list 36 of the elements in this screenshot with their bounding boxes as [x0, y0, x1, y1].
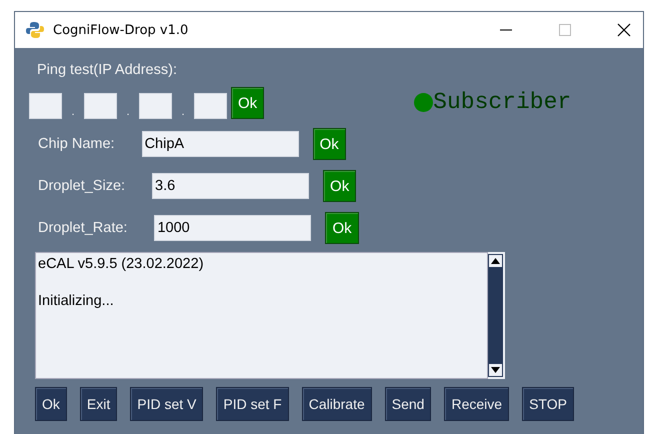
- ip-octet-field[interactable]: [29, 93, 62, 119]
- ip-octet-field[interactable]: [84, 93, 117, 119]
- action-button[interactable]: Exit: [80, 387, 118, 421]
- action-button[interactable]: Ok: [35, 387, 67, 421]
- param-ok-button[interactable]: Ok: [323, 170, 356, 202]
- param-label: Droplet_Rate:: [38, 220, 128, 236]
- ip-octet-field[interactable]: [194, 93, 227, 119]
- close-icon[interactable]: [617, 23, 631, 37]
- ip-separator: .: [70, 105, 76, 119]
- log-line: Initializing...: [38, 293, 115, 309]
- param-label: Droplet_Size:: [38, 178, 126, 194]
- ip-separator: .: [125, 105, 131, 119]
- scrollbar[interactable]: [488, 252, 505, 379]
- action-button[interactable]: Receive: [444, 387, 510, 421]
- param-ok-button[interactable]: Ok: [312, 128, 346, 160]
- param-field[interactable]: 3.6: [152, 173, 310, 199]
- app-icon: [26, 21, 44, 39]
- ip-octet-field[interactable]: [139, 93, 172, 119]
- window-title: CogniFlow-Drop v1.0: [53, 22, 188, 38]
- action-button[interactable]: Calibrate: [302, 387, 372, 421]
- scroll-up-icon[interactable]: [489, 255, 502, 267]
- action-button[interactable]: PID set V: [130, 387, 204, 421]
- ping-label: Ping test(IP Address):: [37, 62, 178, 80]
- param-field[interactable]: 1000: [154, 215, 312, 241]
- status-label: Subscriber: [433, 89, 572, 115]
- ping-ok-button[interactable]: Ok: [231, 87, 264, 119]
- log-line: eCAL v5.9.5 (23.02.2022): [38, 256, 205, 272]
- param-label: Chip Name:: [38, 136, 115, 152]
- action-button[interactable]: STOP: [522, 387, 574, 421]
- action-button[interactable]: PID set F: [216, 387, 289, 421]
- status-dot: [414, 92, 434, 112]
- ip-separator: .: [180, 105, 186, 119]
- scroll-down-icon[interactable]: [489, 364, 502, 376]
- action-button[interactable]: Send: [384, 387, 432, 421]
- param-ok-button[interactable]: Ok: [325, 212, 359, 244]
- param-field[interactable]: ChipA: [142, 131, 299, 157]
